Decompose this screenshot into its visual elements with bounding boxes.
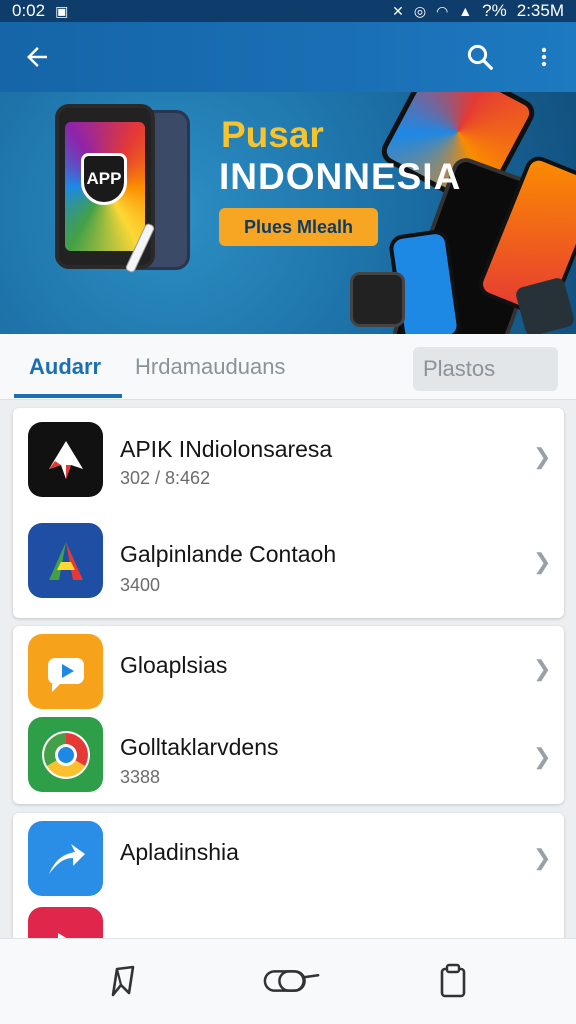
tab-audarr[interactable]: Audarr <box>29 354 101 380</box>
notification-icon: ▣ <box>55 3 69 19</box>
app-subtitle: 3388 <box>120 767 161 787</box>
app-subtitle: 302 / 8:462 <box>120 468 211 488</box>
list-item[interactable]: Gloaplsias ❯ <box>13 626 564 712</box>
search-button[interactable] <box>460 37 500 77</box>
status-right-time: 2:35M <box>516 1 564 20</box>
chevron-right-icon: ❯ <box>533 744 552 769</box>
tab-hrdamauduans[interactable]: Hrdamauduans <box>135 354 285 380</box>
search-icon <box>467 44 493 70</box>
nav-clipboard-button[interactable] <box>429 959 477 1003</box>
arrow-up-icon <box>28 422 103 497</box>
app-name: Galpinlande Contaoh <box>120 541 337 567</box>
promo-banner[interactable]: APP Pusar INDONNESIA Plues Mlealh <box>0 92 576 334</box>
play-chat-icon <box>28 634 103 709</box>
nav-bookmark-button[interactable] <box>98 959 146 1003</box>
app-name: Gloaplsias <box>120 652 228 678</box>
tab-bar: Audarr Hrdamauduans Plastos <box>0 334 576 400</box>
badge-text: APP <box>86 169 122 188</box>
bottom-navigation <box>0 938 576 1024</box>
chevron-right-icon: ❯ <box>533 845 552 870</box>
triangle-a-icon <box>28 523 103 598</box>
tab-indicator <box>14 394 122 398</box>
shield-icon: APP <box>81 153 127 205</box>
list-item[interactable]: Golltaklarvdens 3388 ❯ <box>13 712 564 804</box>
tab-plastos[interactable]: Plastos <box>413 347 558 391</box>
status-time: 0:02 <box>12 1 46 20</box>
controller-icon <box>263 970 320 992</box>
app-name: APIK INdiolonsaresa <box>120 436 333 462</box>
battery-text: ?% <box>482 1 507 20</box>
app-bar <box>0 22 576 92</box>
list-item[interactable]: Apladinshia ❯ <box>13 813 564 903</box>
clipboard-icon <box>440 963 466 998</box>
share-arrow-icon <box>28 821 103 896</box>
banner-title-line1: Pusar <box>221 114 324 155</box>
more-vert-icon <box>541 47 547 67</box>
banner-cta-button[interactable]: Plues Mlealh <box>219 208 378 246</box>
mute-icon: ✕ <box>392 3 404 19</box>
arrow-left-icon <box>27 47 47 67</box>
app-list-card: Gloaplsias ❯ Golltaklarvdens 3388 ❯ <box>13 626 564 804</box>
back-button[interactable] <box>17 37 57 77</box>
alarm-icon: ◎ <box>413 3 427 19</box>
list-item[interactable]: Galpinlande Contaoh 3400 ❯ <box>13 513 564 618</box>
chevron-right-icon: ❯ <box>533 656 552 681</box>
list-item[interactable]: APIK INdiolonsaresa 302 / 8:462 ❯ <box>13 408 564 513</box>
app-subtitle: 3400 <box>120 575 161 595</box>
chrome-icon <box>28 717 103 792</box>
camera-icon <box>350 272 405 327</box>
chevron-right-icon: ❯ <box>533 444 552 469</box>
wifi-icon: ◠ <box>436 3 449 19</box>
more-options-button[interactable] <box>524 37 564 77</box>
app-name: Golltaklarvdens <box>120 734 279 760</box>
app-name: Apladinshia <box>120 839 239 865</box>
signal-icon: ▲ <box>458 3 473 19</box>
list-item[interactable] <box>13 903 564 943</box>
app-list-card: APIK INdiolonsaresa 302 / 8:462 ❯ Galpin… <box>13 408 564 618</box>
nav-games-button[interactable] <box>262 959 322 1003</box>
app-list-card: Apladinshia ❯ <box>13 813 564 943</box>
banner-title-line2: INDONNESIA <box>219 156 462 197</box>
bookmark-send-icon <box>111 965 135 997</box>
chevron-right-icon: ❯ <box>533 549 552 574</box>
status-bar: 0:02 ▣ ✕ ◎ ◠ ▲ ?% 2:35M <box>0 0 576 22</box>
